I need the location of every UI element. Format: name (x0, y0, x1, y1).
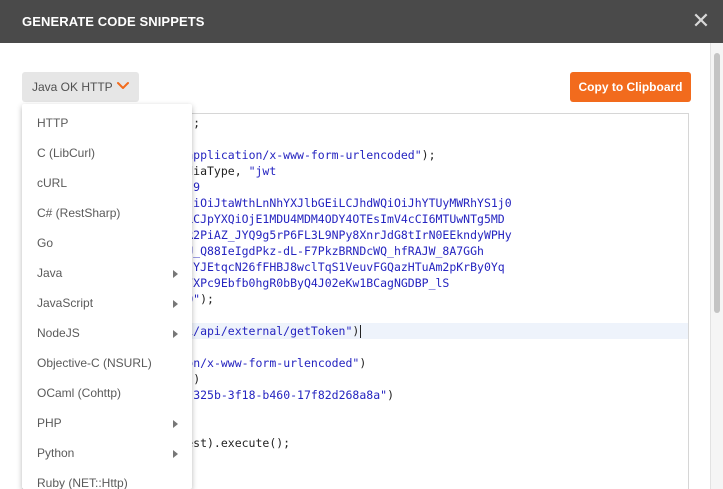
dropdown-item[interactable]: cURL (22, 168, 192, 198)
code-text: ); (421, 148, 436, 162)
language-select[interactable]: Java OK HTTP (22, 72, 139, 102)
dropdown-item-label: HTTP (37, 116, 69, 130)
submenu-arrow-icon (173, 450, 178, 458)
code-text: ) (352, 324, 360, 338)
dialog-title: GENERATE CODE SNIPPETS (22, 14, 205, 29)
submenu-arrow-icon (173, 300, 178, 308)
dropdown-item[interactable]: PHP (22, 408, 192, 438)
language-select-value: Java OK HTTP (32, 80, 113, 94)
dialog-header: GENERATE CODE SNIPPETS ✕ (0, 0, 723, 43)
dropdown-item[interactable]: Ruby (NET::Http) (22, 468, 192, 489)
dropdown-item-label: C# (RestSharp) (37, 206, 121, 220)
text-cursor (360, 325, 362, 338)
generate-code-snippets-dialog: GENERATE CODE SNIPPETS ✕ Java OK HTTP Co… (0, 0, 723, 489)
language-dropdown-menu: HTTP C (LibCurl) cURL C# (RestSharp) Go Java J… (22, 104, 192, 489)
dropdown-item[interactable]: OCaml (Cohttp) (22, 378, 192, 408)
dropdown-item-label: Ruby (NET::Http) (37, 476, 128, 489)
code-string: "jwt (248, 164, 277, 178)
dropdown-item[interactable]: Python (22, 438, 192, 468)
dropdown-item[interactable]: NodeJS (22, 318, 192, 348)
code-string: "application/x-www-form-urlencoded" (179, 148, 422, 162)
dropdown-item[interactable]: Objective-C (NSURL) (22, 348, 192, 378)
dropdown-item-label: cURL (37, 176, 68, 190)
dropdown-item-label: C (LibCurl) (37, 146, 96, 160)
chevron-down-icon (117, 82, 129, 89)
scrollbar-thumb[interactable] (714, 53, 720, 313)
dropdown-item-label: Go (37, 236, 54, 250)
dialog-scrollbar[interactable] (710, 43, 723, 489)
dropdown-item-label: OCaml (Cohttp) (37, 386, 122, 400)
dropdown-item[interactable]: C# (RestSharp) (22, 198, 192, 228)
dropdown-item[interactable]: Go (22, 228, 192, 258)
dropdown-item-label: PHP (37, 416, 62, 430)
submenu-arrow-icon (173, 270, 178, 278)
dropdown-item-label: Objective-C (NSURL) (37, 356, 152, 370)
dropdown-item[interactable]: JavaScript (22, 288, 192, 318)
dropdown-item[interactable]: C (LibCurl) (22, 138, 192, 168)
copy-to-clipboard-button[interactable]: Copy to Clipboard (570, 72, 691, 102)
close-icon[interactable]: ✕ (691, 10, 711, 32)
dropdown-item-label: Java (37, 266, 63, 280)
code-text: ); (200, 292, 214, 306)
submenu-arrow-icon (173, 330, 178, 338)
code-text: ) (387, 388, 394, 402)
submenu-arrow-icon (173, 420, 178, 428)
dropdown-item[interactable]: Java (22, 258, 192, 288)
dropdown-item[interactable]: HTTP (22, 108, 192, 138)
dropdown-item-label: JavaScript (37, 296, 94, 310)
code-text: ) (359, 356, 367, 370)
dropdown-item-label: Python (37, 446, 75, 460)
dropdown-item-label: NodeJS (37, 326, 80, 340)
code-text: ) (193, 372, 201, 386)
